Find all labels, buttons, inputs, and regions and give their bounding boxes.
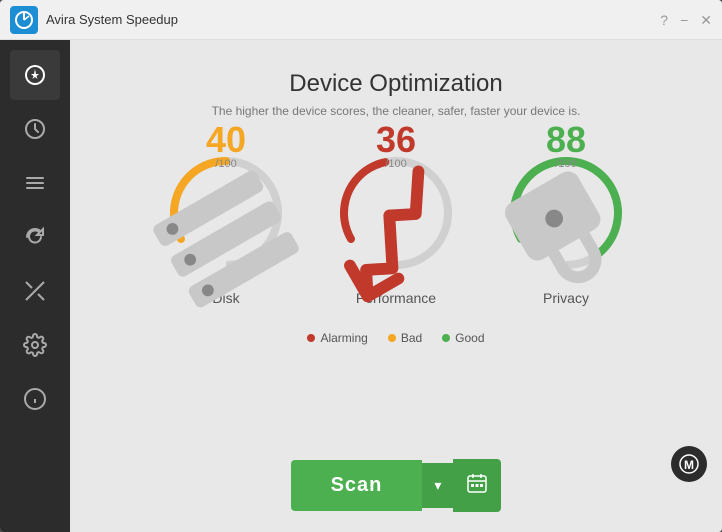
scan-dropdown-button[interactable]: ▾ xyxy=(422,463,453,508)
sidebar-item-tools[interactable] xyxy=(10,266,60,316)
window-title: Avira System Speedup xyxy=(46,12,660,27)
performance-score-center: 36 /100 xyxy=(331,122,461,304)
privacy-score-center: 88 /100 xyxy=(501,122,631,304)
app-icon xyxy=(10,6,38,34)
legend-good-dot xyxy=(442,334,450,342)
legend-alarming: Alarming xyxy=(307,331,367,345)
main-layout: Device Optimization The higher the devic… xyxy=(0,40,722,532)
performance-gauge: 36 /100 Performance xyxy=(331,148,461,306)
performance-gauge-circle: 36 /100 xyxy=(331,148,461,278)
app-window: Avira System Speedup ? − ✕ xyxy=(0,0,722,532)
disk-icon xyxy=(161,174,291,304)
titlebar: Avira System Speedup ? − ✕ xyxy=(0,0,722,40)
scan-button-row: Scan ▾ xyxy=(291,459,502,512)
performance-icon xyxy=(331,174,461,304)
disk-gauge: 40 /100 xyxy=(161,148,291,306)
svg-text:M: M xyxy=(684,458,694,472)
help-button[interactable]: ? xyxy=(660,13,668,27)
floating-badge[interactable]: M xyxy=(671,446,707,482)
close-button[interactable]: ✕ xyxy=(700,13,712,27)
legend-good: Good xyxy=(442,331,484,345)
legend-alarming-dot xyxy=(307,334,315,342)
privacy-icon xyxy=(501,174,631,304)
sidebar-item-tasks[interactable] xyxy=(10,158,60,208)
sidebar-item-refresh[interactable] xyxy=(10,212,60,262)
sidebar-item-settings[interactable] xyxy=(10,320,60,370)
gauges-row: 40 /100 xyxy=(161,148,631,306)
disk-score-center: 40 /100 xyxy=(161,122,291,304)
legend-good-label: Good xyxy=(455,331,484,345)
scan-button[interactable]: Scan xyxy=(291,460,423,511)
performance-score: 36 xyxy=(331,122,461,158)
calendar-icon xyxy=(467,473,487,493)
window-controls: ? − ✕ xyxy=(660,13,712,27)
legend-bad: Bad xyxy=(388,331,422,345)
privacy-gauge-circle: 88 /100 xyxy=(501,148,631,278)
scan-calendar-button[interactable] xyxy=(453,459,501,512)
legend-alarming-label: Alarming xyxy=(320,331,367,345)
legend-bad-label: Bad xyxy=(401,331,422,345)
legend-bad-dot xyxy=(388,334,396,342)
sidebar-item-info[interactable] xyxy=(10,374,60,424)
minimize-button[interactable]: − xyxy=(680,13,688,27)
sidebar-item-dashboard[interactable] xyxy=(10,50,60,100)
page-subtitle: The higher the device scores, the cleane… xyxy=(212,104,581,118)
legend: Alarming Bad Good xyxy=(307,331,484,345)
chevron-down-icon: ▾ xyxy=(434,477,441,493)
sidebar-item-history[interactable] xyxy=(10,104,60,154)
disk-score: 40 xyxy=(161,122,291,158)
content-area: Device Optimization The higher the devic… xyxy=(70,40,722,532)
page-title: Device Optimization xyxy=(289,70,502,98)
badge-icon: M xyxy=(679,454,699,474)
privacy-gauge: 88 /100 Privacy xyxy=(501,148,631,306)
disk-gauge-circle: 40 /100 xyxy=(161,148,291,278)
privacy-score: 88 xyxy=(501,122,631,158)
sidebar xyxy=(0,40,70,532)
